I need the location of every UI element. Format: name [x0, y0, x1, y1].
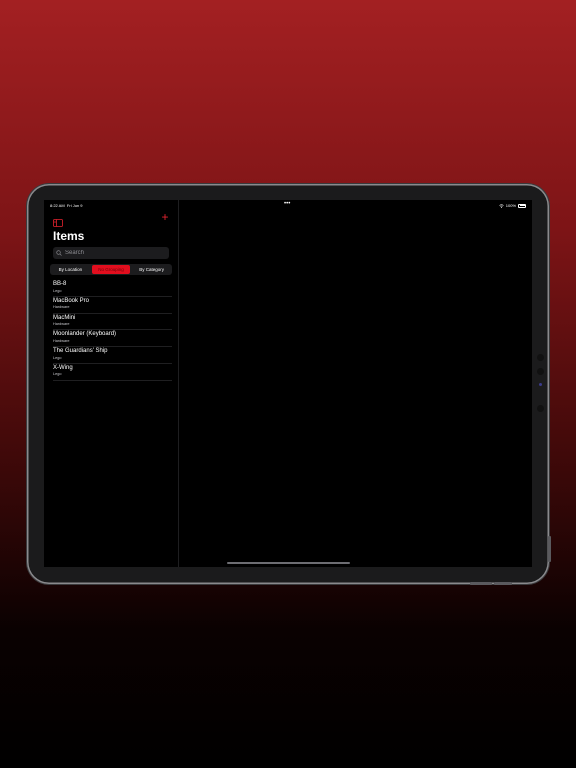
item-title: X-Wing	[53, 364, 73, 371]
item-title: The Guardians' Ship	[53, 348, 108, 355]
status-date: Fri Jun 9	[66, 203, 83, 208]
item-category: Hardware	[53, 322, 70, 327]
detail-pane	[179, 200, 532, 567]
multitasking-dots[interactable]: •••	[284, 201, 290, 207]
sensor	[537, 405, 544, 412]
item-category: Hardware	[53, 305, 70, 310]
plus-icon: +	[161, 210, 169, 224]
list-item[interactable]: X-Wing Lego	[53, 364, 172, 381]
search-field[interactable]	[53, 247, 169, 259]
list-item[interactable]: Moonlander (Keyboard) Hardware	[53, 330, 172, 348]
status-clock: 8:22 AM	[50, 203, 65, 208]
search-input[interactable]	[62, 250, 165, 256]
item-title: MacBook Pro	[53, 297, 90, 304]
item-category: Hardware	[53, 338, 70, 343]
power-button	[548, 536, 551, 562]
sidebar: + Items By Location No Grouping By Categ…	[44, 200, 179, 567]
item-category: Lego	[53, 372, 62, 377]
items-list: BB-8 Lego MacBook Pro Hardware MacMini H…	[53, 280, 172, 381]
status-time: 8:22 AM Fri Jun 9	[50, 203, 82, 208]
sidebar-toggle-icon[interactable]	[53, 214, 63, 227]
list-item[interactable]: MacMini Hardware	[53, 314, 172, 331]
item-title: BB-8	[53, 281, 67, 287]
list-item[interactable]: BB-8 Lego	[53, 280, 172, 297]
segment-no-grouping[interactable]: No Grouping	[91, 265, 131, 274]
segment-by-location[interactable]: By Location	[51, 265, 90, 274]
volume-button	[494, 582, 512, 585]
status-bar: 8:22 AM Fri Jun 9 ••• 100%	[44, 200, 532, 210]
camera	[537, 368, 544, 375]
page-title: Items	[53, 229, 85, 243]
list-item[interactable]: MacBook Pro Hardware	[53, 297, 172, 314]
home-indicator[interactable]	[227, 562, 350, 564]
camera-lens	[539, 383, 542, 386]
segment-by-category[interactable]: By Category	[132, 265, 171, 274]
wifi-icon	[499, 203, 504, 208]
battery-icon	[518, 203, 526, 208]
screen: + Items By Location No Grouping By Categ…	[44, 200, 532, 567]
item-title: MacMini	[53, 314, 76, 321]
item-title: Moonlander (Keyboard)	[53, 331, 117, 338]
list-item[interactable]: The Guardians' Ship Lego	[53, 347, 172, 364]
add-item-button[interactable]: +	[160, 210, 170, 224]
volume-button	[470, 582, 492, 585]
item-category: Lego	[53, 355, 62, 360]
status-indicators: 100%	[499, 203, 526, 208]
grouping-segmented-control: By Location No Grouping By Category	[50, 264, 172, 275]
sensor	[537, 354, 544, 361]
item-category: Lego	[53, 288, 62, 293]
battery-percent: 100%	[505, 203, 516, 208]
